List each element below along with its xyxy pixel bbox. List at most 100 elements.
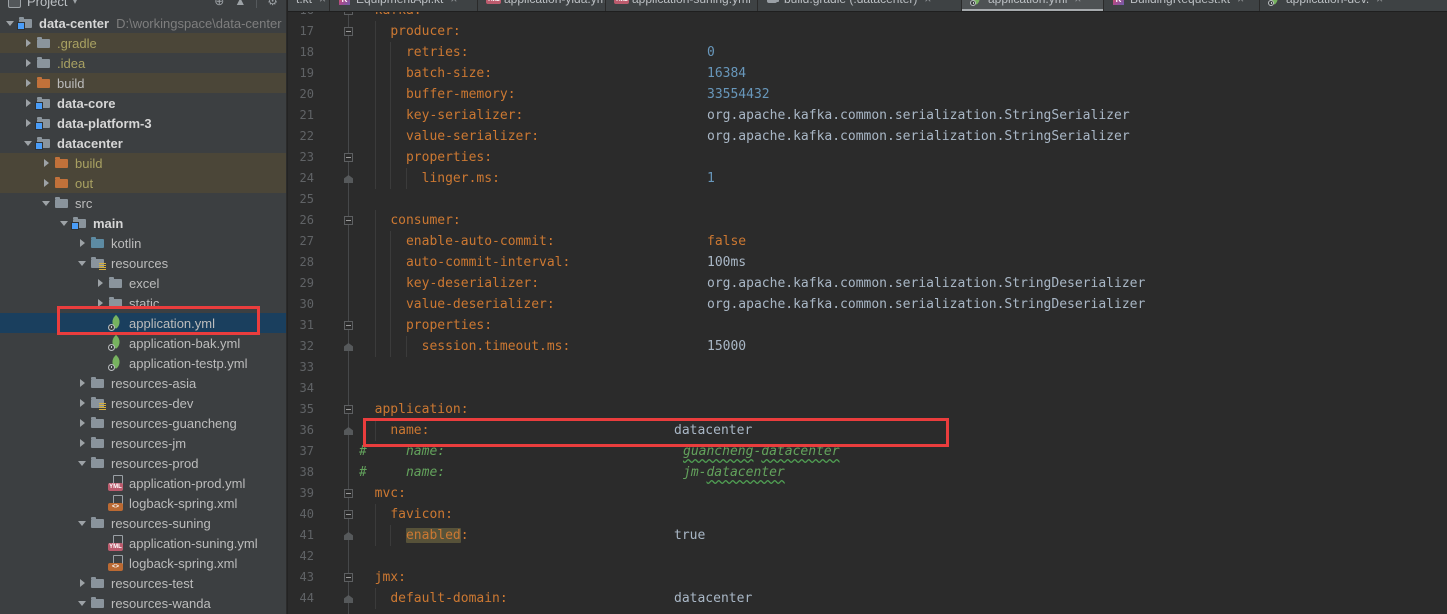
fold-end-icon[interactable]	[344, 343, 353, 351]
close-icon[interactable]: ×	[1074, 0, 1081, 6]
tree-item-out[interactable]: out	[0, 173, 286, 193]
code-line-29[interactable]: 29key-deserializer:org.apache.kafka.comm…	[288, 273, 1447, 294]
fold-start-icon[interactable]	[344, 27, 353, 36]
code-line-44[interactable]: 44default-domain:datacenter	[288, 588, 1447, 609]
code-line-36[interactable]: 36name:datacenter	[288, 420, 1447, 441]
tab-buildingrequest-kt[interactable]: KBuildingRequest.kt×	[1104, 0, 1260, 11]
code-line-18[interactable]: 18retries:0	[288, 42, 1447, 63]
tree-item-resources[interactable]: resources	[0, 253, 286, 273]
chevron-expanded-icon[interactable]	[22, 141, 34, 146]
chevron-expanded-icon[interactable]	[76, 521, 88, 526]
chevron-collapsed-icon[interactable]	[40, 159, 52, 167]
tree-item-resources-test[interactable]: resources-test	[0, 573, 286, 593]
code-line-32[interactable]: 32session.timeout.ms:15000	[288, 336, 1447, 357]
tree-item-static[interactable]: static	[0, 293, 286, 313]
fold-start-icon[interactable]	[344, 573, 353, 582]
tree-item-main[interactable]: main	[0, 213, 286, 233]
tree-item-data-center[interactable]: data-centerD:\workingspace\data-center	[0, 13, 286, 33]
code-line-39[interactable]: 39mvc:	[288, 483, 1447, 504]
code-line-35[interactable]: 35application:	[288, 399, 1447, 420]
tree-item-resources-jm[interactable]: resources-jm	[0, 433, 286, 453]
tree-item--idea[interactable]: .idea	[0, 53, 286, 73]
code-line-22[interactable]: 22value-serializer:org.apache.kafka.comm…	[288, 126, 1447, 147]
chevron-expanded-icon[interactable]	[76, 601, 88, 606]
tree-item-application-prod-yml[interactable]: YMLapplication-prod.yml	[0, 473, 286, 493]
fold-start-icon[interactable]	[344, 216, 353, 225]
code-line-27[interactable]: 27enable-auto-commit:false	[288, 231, 1447, 252]
tree-item-logback-spring-xml[interactable]: <>logback-spring.xml	[0, 553, 286, 573]
code-line-41[interactable]: 41enabled:true	[288, 525, 1447, 546]
chevron-expanded-icon[interactable]	[76, 461, 88, 466]
settings-icon[interactable]: ⚙	[267, 0, 278, 8]
tree-item-datacenter[interactable]: datacenter	[0, 133, 286, 153]
tab-application-yida-yml[interactable]: YMLapplication-yida.yml×	[478, 0, 606, 11]
tree-item-resources-guancheng[interactable]: resources-guancheng	[0, 413, 286, 433]
code-line-43[interactable]: 43jmx:	[288, 567, 1447, 588]
chevron-collapsed-icon[interactable]	[76, 579, 88, 587]
code-line-34[interactable]: 34	[288, 378, 1447, 399]
tree-item-application-yml[interactable]: application.yml	[0, 313, 286, 333]
tree-item-resources-prod[interactable]: resources-prod	[0, 453, 286, 473]
code-line-24[interactable]: 24linger.ms:1	[288, 168, 1447, 189]
fold-start-icon[interactable]	[344, 321, 353, 330]
collapse-all-icon[interactable]: ▲	[234, 0, 246, 8]
chevron-collapsed-icon[interactable]	[94, 279, 106, 287]
tab-application-suning-yml[interactable]: YMLapplication-suning.yml×	[606, 0, 758, 11]
code-line-38[interactable]: 38#name:jm-datacenter	[288, 462, 1447, 483]
tree-item-src[interactable]: src	[0, 193, 286, 213]
chevron-down-icon[interactable]: ▾	[72, 0, 77, 7]
tree-item-data-core[interactable]: data-core	[0, 93, 286, 113]
tree-item-resources-wanda[interactable]: resources-wanda	[0, 593, 286, 613]
code-line-40[interactable]: 40favicon:	[288, 504, 1447, 525]
fold-end-icon[interactable]	[344, 427, 353, 435]
fold-start-icon[interactable]	[344, 153, 353, 162]
fold-end-icon[interactable]	[344, 595, 353, 603]
chevron-collapsed-icon[interactable]	[22, 79, 34, 87]
fold-start-icon[interactable]	[344, 510, 353, 519]
chevron-expanded-icon[interactable]	[76, 261, 88, 266]
locate-icon[interactable]: ⊕	[214, 0, 224, 8]
fold-start-icon[interactable]	[344, 405, 353, 414]
tab-application-dev-[interactable]: application-dev.×	[1260, 0, 1447, 11]
tree-item-application-bak-yml[interactable]: application-bak.yml	[0, 333, 286, 353]
tree-item-excel[interactable]: excel	[0, 273, 286, 293]
chevron-collapsed-icon[interactable]	[22, 59, 34, 67]
code-line-37[interactable]: 37#name:guancheng-datacenter	[288, 441, 1447, 462]
tree-item-application-testp-yml[interactable]: application-testp.yml	[0, 353, 286, 373]
close-icon[interactable]: ×	[450, 0, 457, 6]
tree-item--gradle[interactable]: .gradle	[0, 33, 286, 53]
chevron-expanded-icon[interactable]	[4, 21, 16, 26]
tab-application-yml[interactable]: application.yml×	[962, 0, 1104, 11]
tree-item-application-suning-yml[interactable]: YMLapplication-suning.yml	[0, 533, 286, 553]
tree-item-resources-asia[interactable]: resources-asia	[0, 373, 286, 393]
code-line-30[interactable]: 30value-deserializer:org.apache.kafka.co…	[288, 294, 1447, 315]
tree-item-build[interactable]: build	[0, 153, 286, 173]
code-line-26[interactable]: 26consumer:	[288, 210, 1447, 231]
chevron-collapsed-icon[interactable]	[76, 239, 88, 247]
code-line-33[interactable]: 33	[288, 357, 1447, 378]
close-icon[interactable]: ×	[1237, 0, 1244, 6]
chevron-expanded-icon[interactable]	[58, 221, 70, 226]
tab-equipmentapi-kt[interactable]: KEquipmentApi.kt×	[330, 0, 478, 11]
chevron-collapsed-icon[interactable]	[22, 119, 34, 127]
code-line-17[interactable]: 17producer:	[288, 21, 1447, 42]
code-editor[interactable]: 16kafka:17producer:18retries:019batch-si…	[288, 0, 1447, 614]
tree-item-resources-suning[interactable]: resources-suning	[0, 513, 286, 533]
close-icon[interactable]: ×	[1376, 0, 1383, 6]
chevron-collapsed-icon[interactable]	[76, 399, 88, 407]
chevron-collapsed-icon[interactable]	[76, 379, 88, 387]
tree-item-logback-spring-xml[interactable]: <>logback-spring.xml	[0, 493, 286, 513]
tree-item-data-platform-3[interactable]: data-platform-3	[0, 113, 286, 133]
tab-build-gradle-datacenter-[interactable]: build.gradle (:datacenter)×	[758, 0, 962, 11]
code-line-42[interactable]: 42	[288, 546, 1447, 567]
code-line-31[interactable]: 31properties:	[288, 315, 1447, 336]
chevron-collapsed-icon[interactable]	[94, 299, 106, 307]
chevron-collapsed-icon[interactable]	[22, 99, 34, 107]
fold-start-icon[interactable]	[344, 489, 353, 498]
code-line-20[interactable]: 20buffer-memory:33554432	[288, 84, 1447, 105]
tree-item-build[interactable]: build	[0, 73, 286, 93]
close-icon[interactable]: ×	[319, 0, 326, 6]
code-line-23[interactable]: 23properties:	[288, 147, 1447, 168]
tab-t-kt[interactable]: t.kt×	[288, 0, 330, 11]
chevron-collapsed-icon[interactable]	[76, 439, 88, 447]
